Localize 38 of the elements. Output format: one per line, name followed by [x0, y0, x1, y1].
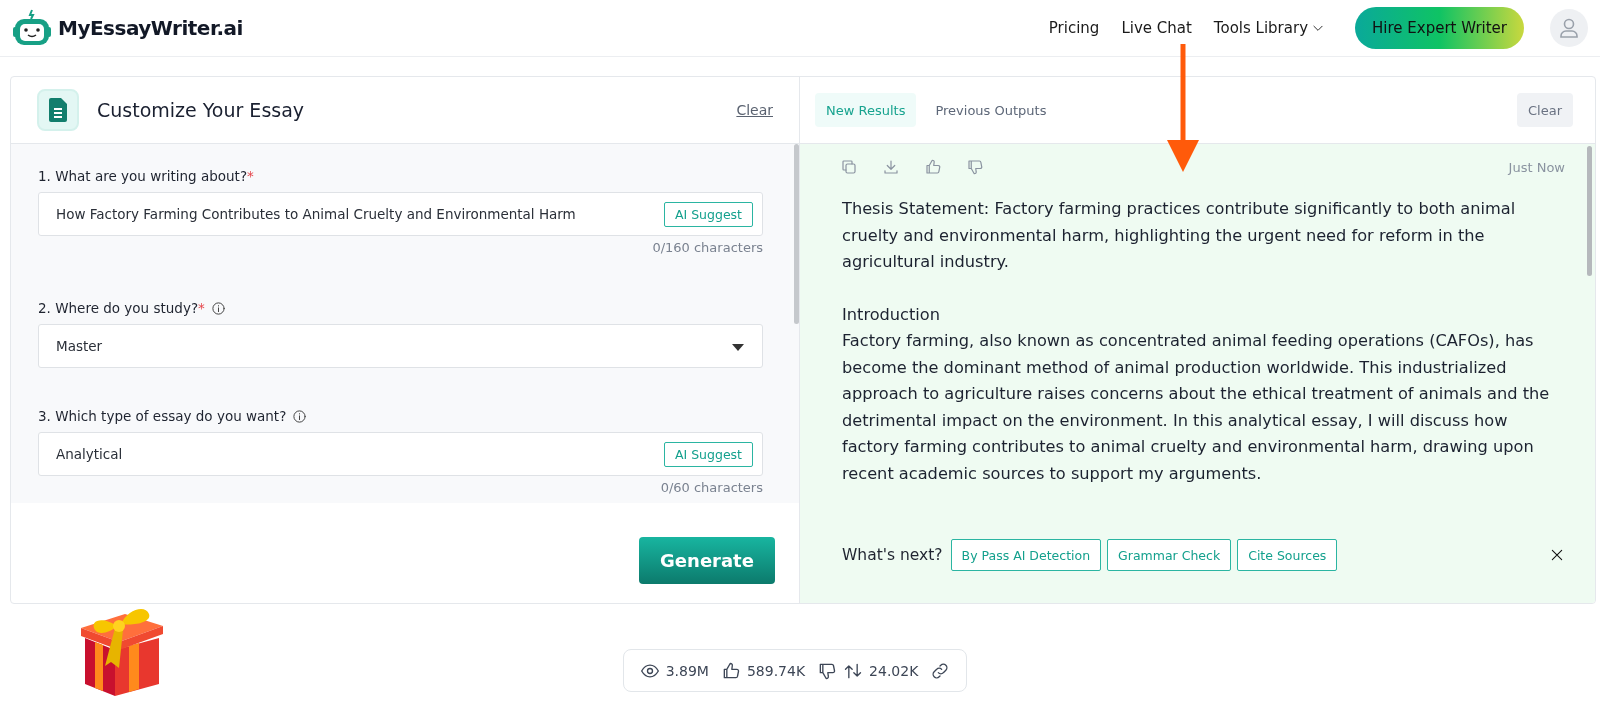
generate-button[interactable]: Generate [639, 536, 775, 584]
character-counter: 0/60 characters [659, 480, 763, 497]
document-icon [37, 89, 79, 131]
thumbs-down-icon[interactable] [966, 158, 984, 176]
download-icon[interactable] [882, 158, 900, 176]
next-action-button[interactable]: Cite Sources [1237, 539, 1338, 571]
scrollbar-thumb[interactable] [1587, 146, 1592, 276]
whats-next-label: What's next? [842, 546, 943, 564]
field-label: 3. Which type of essay do you want? [38, 408, 287, 424]
ai-suggest-button[interactable]: AI Suggest [663, 201, 753, 227]
robot-logo-icon [12, 9, 52, 47]
stat-count: 589.74K [746, 662, 806, 679]
scrollbar-thumb[interactable] [794, 144, 799, 324]
results-tab[interactable]: Previous Outputs [924, 93, 1058, 127]
stat-count: 24.02K [869, 662, 919, 679]
field-label: 2. Where do you study?* [38, 300, 205, 316]
close-icon[interactable] [1549, 547, 1565, 563]
nav-link[interactable]: Pricing [1048, 19, 1100, 37]
nav-dropdown[interactable]: Tools Library [1213, 19, 1325, 37]
field-label: 1. What are you writing about?* [38, 168, 254, 184]
text-input-field[interactable]: Analytical AI Suggest [38, 432, 763, 476]
brand-name[interactable]: MyEssayWriter.ai [58, 16, 243, 40]
next-action-button[interactable]: Grammar Check [1107, 539, 1232, 571]
text-input-field[interactable]: How Factory Farming Contributes to Animal Cruelty and Environmental Harm AI Suggest [38, 192, 763, 236]
clear-link[interactable]: Clear [736, 102, 773, 118]
character-counter: 0/160 characters [651, 240, 763, 257]
stat-count: 3.89M [665, 662, 709, 679]
next-action-button[interactable]: By Pass AI Detection [950, 539, 1102, 571]
clear-button[interactable]: Clear [1517, 93, 1573, 127]
panel-title: Customize Your Essay [97, 99, 305, 121]
ai-suggest-button[interactable]: AI Suggest [663, 441, 753, 467]
thumbs-up-icon[interactable] [924, 158, 942, 176]
hire-writer-button[interactable]: Hire Expert Writer [1355, 7, 1524, 49]
essay-paragraph: Introduction Factory farming, also known as concentrated animal feeding operations (CAFOs), has become the dominant method of animal production worldwide. This industrialized approach to agriculture raises concerns about the ethical treatment of animals and the detrimental impact on the environment. In this analytical essay, I will discuss how factory farming contributes to animal cruelty and environmental harm, drawing upon recent academic sources to support my arguments. [842, 303, 1551, 485]
nav-link[interactable]: Live Chat [1121, 19, 1192, 37]
essay-paragraph: Thesis Statement: Factory farming practices contribute significantly to both animal cruelty and environmental harm, highlighting the urgent need for reform in the agricultural industry. [842, 198, 1517, 273]
timestamp: Just Now [1508, 159, 1565, 175]
dropdown-field[interactable]: Master [38, 324, 763, 368]
